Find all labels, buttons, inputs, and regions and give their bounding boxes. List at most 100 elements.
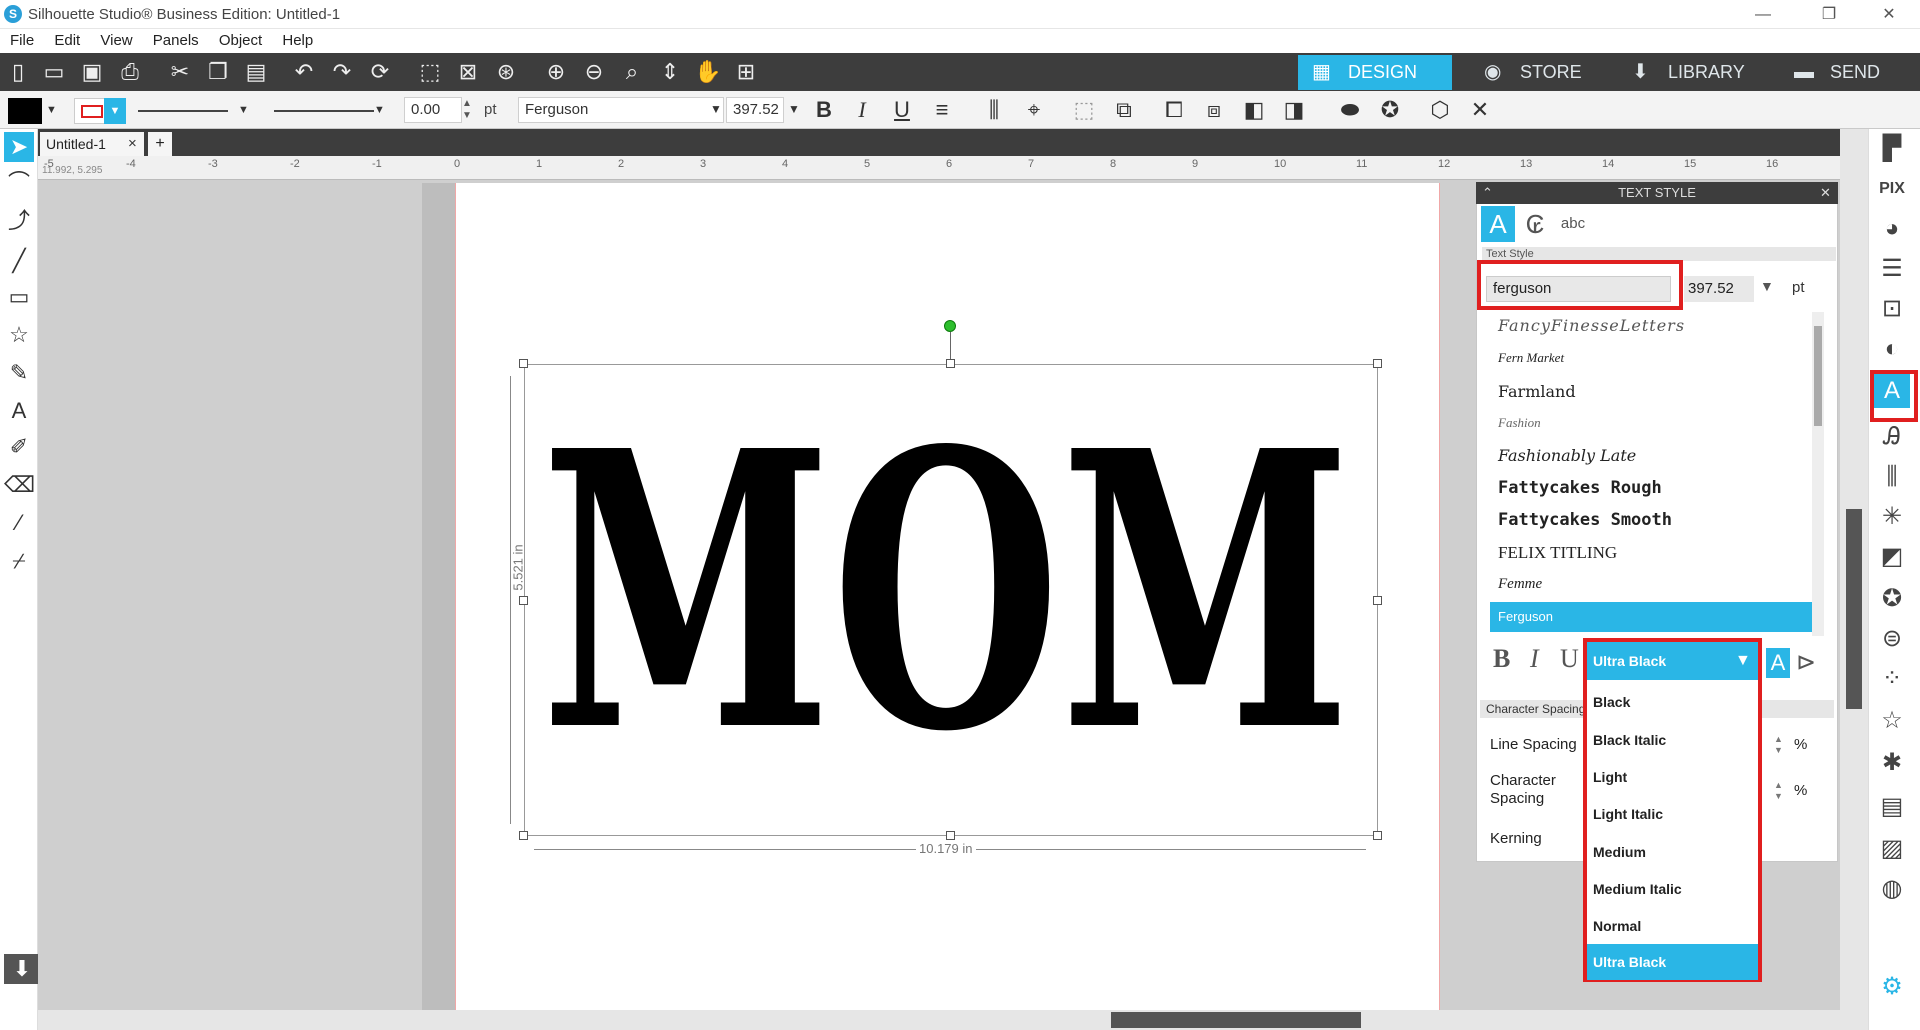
close-panel-icon[interactable]: ✕ [1820,182,1831,204]
align-objects-icon[interactable]: ⫼ [980,96,1008,124]
fill-dropdown-icon[interactable]: ▼ [46,104,57,116]
horizontal-scroll-thumb[interactable] [1111,1012,1361,1028]
copy-icon[interactable]: ❐ [204,59,232,85]
deselect-icon[interactable]: ⊠ [454,59,482,85]
font-item[interactable]: FancyFinesseLetters [1498,316,1685,335]
weight-option[interactable]: Light [1587,759,1758,795]
undo-icon[interactable]: ↶ [290,59,318,85]
weight-option[interactable]: Medium Italic [1587,871,1758,907]
panel-underline-icon[interactable]: U [1560,644,1579,674]
menu-file[interactable]: File [10,29,34,53]
menu-object[interactable]: Object [219,29,262,53]
zoom-out-icon[interactable]: ⊖ [580,59,608,85]
offset-icon[interactable]: ✪ [1874,582,1910,616]
close-window-button[interactable]: ✕ [1866,0,1912,29]
font-weight-dropdown[interactable]: Black Black Italic Light Light Italic Me… [1583,638,1762,982]
modify-icon[interactable]: ◩ [1874,540,1910,574]
pixscan-icon[interactable]: PIX [1874,172,1910,206]
bold-icon[interactable]: B [810,96,838,124]
font-list-scroll-thumb[interactable] [1814,326,1822,426]
panel-italic-icon[interactable]: I [1530,644,1539,674]
align-icon[interactable]: ≡ [928,96,956,124]
close-tab-icon[interactable]: × [128,132,137,156]
weight-option[interactable]: Light Italic [1587,796,1758,832]
knife-tool-icon[interactable]: ⁄ [4,508,34,538]
font-dropdown-icon[interactable]: ▼ [710,102,722,116]
line-width-input[interactable]: 0.00 [404,97,462,123]
font-list-scrollbar[interactable] [1812,312,1824,636]
character-spacing-stepper[interactable]: ▲ ▼ [1774,780,1783,802]
import-tool-icon[interactable]: ⬇ [4,954,40,984]
save-icon[interactable]: ▣ [78,59,106,85]
font-item-selected[interactable]: Ferguson [1490,602,1812,632]
text-path-tab-icon[interactable]: ₢ [1518,206,1552,242]
text-tool-icon[interactable]: A [4,396,34,426]
panel-size-dropdown-icon[interactable]: ▼ [1760,278,1774,294]
mom-text-object[interactable]: MOM [536,425,1356,735]
group-icon[interactable]: ⬚ [1070,96,1098,124]
spellcheck-tab-icon[interactable]: abc [1556,206,1590,242]
shadow-icon[interactable]: ◐ [1874,332,1910,366]
sketch-icon[interactable]: ⁘ [1874,662,1910,696]
panel-font-size-input[interactable]: 397.52 [1684,276,1754,302]
weight-option[interactable]: Medium [1587,834,1758,870]
weld-icon[interactable]: ⬬ [1336,96,1364,124]
send-backward-icon[interactable]: ◨ [1280,96,1308,124]
font-item[interactable]: Fern Market [1498,350,1564,366]
font-item[interactable]: Fashion [1498,415,1541,431]
underline-icon[interactable]: U [888,96,916,124]
vertical-scrollbar[interactable] [1840,129,1868,1010]
text-fill-icon[interactable]: A [1766,648,1790,678]
globe-icon[interactable]: ◍ [1874,872,1910,906]
add-tab-button[interactable]: + [148,132,172,156]
tab-untitled-1[interactable]: Untitled-1 × [40,132,144,156]
fill-color-swatch[interactable] [8,98,42,124]
zoom-select-icon[interactable]: ⌕ [618,59,646,85]
italic-icon[interactable]: I [848,96,876,124]
bring-forward-icon[interactable]: ◧ [1240,96,1268,124]
center-icon[interactable]: ⌖ [1020,96,1048,124]
trace-icon[interactable]: ⊜ [1874,622,1910,656]
weight-option-selected[interactable]: Ultra Black [1587,944,1758,980]
weight-option[interactable]: Normal [1587,908,1758,944]
font-item[interactable]: Fattycakes Rough [1498,478,1662,498]
redraw-icon[interactable]: ⟳ [366,59,394,85]
line-panel-icon[interactable]: ☰ [1874,252,1910,286]
handle-bottom-right[interactable] [1373,831,1382,840]
pan-hand-icon[interactable]: ✋ [694,59,722,85]
vertical-scroll-thumb[interactable] [1846,509,1862,709]
text-to-path-icon[interactable]: Ꭿ [1874,420,1910,454]
hatch-icon[interactable]: ▨ [1874,832,1910,866]
layers-icon[interactable]: ▤ [1874,790,1910,824]
cut-icon[interactable]: ✂ [166,59,194,85]
handle-bottom[interactable] [946,831,955,840]
fill-pattern-icon[interactable]: ⊡ [1874,292,1910,326]
weight-option[interactable]: Black Italic [1587,722,1758,758]
line-style-icon[interactable] [138,110,228,112]
handle-bottom-left[interactable] [519,831,528,840]
eyedropper-tool-icon[interactable]: ⌿ [4,546,34,576]
menu-help[interactable]: Help [282,29,313,53]
select-by-color-icon[interactable]: ⊛ [492,59,520,85]
line-color-dropdown[interactable]: ▼ [104,98,126,124]
align-panel-icon[interactable]: ⫼ [1874,460,1910,494]
star-fill-icon[interactable]: ✪ [1376,96,1404,124]
font-list[interactable]: FancyFinesseLetters Fern Market Farmland… [1490,312,1812,636]
fill-panel-icon[interactable]: ◕ [1874,212,1910,246]
open-folder-icon[interactable]: ▭ [40,59,68,85]
text-direction-icon[interactable]: ⊳ [1796,648,1816,677]
print-icon[interactable]: ⎙ [116,59,144,85]
3d-icon[interactable]: ⬡ [1426,96,1454,124]
line-join-icon[interactable] [274,110,374,112]
rectangle-tool-icon[interactable]: ▭ [4,282,34,312]
text-style-tab-icon[interactable]: A [1481,206,1515,242]
delete-icon[interactable]: ✕ [1466,96,1494,124]
font-item[interactable]: Femme [1498,576,1542,593]
font-size-dropdown-icon[interactable]: ▼ [788,102,800,116]
menu-view[interactable]: View [100,29,132,53]
font-item[interactable]: FELIX TITLING [1498,543,1617,563]
line-width-stepper[interactable]: ▲ ▼ [462,98,472,122]
page-setup-icon[interactable]: ▛ [1874,132,1910,166]
replicate-icon[interactable]: ✳ [1874,500,1910,534]
handle-left[interactable] [519,596,528,605]
